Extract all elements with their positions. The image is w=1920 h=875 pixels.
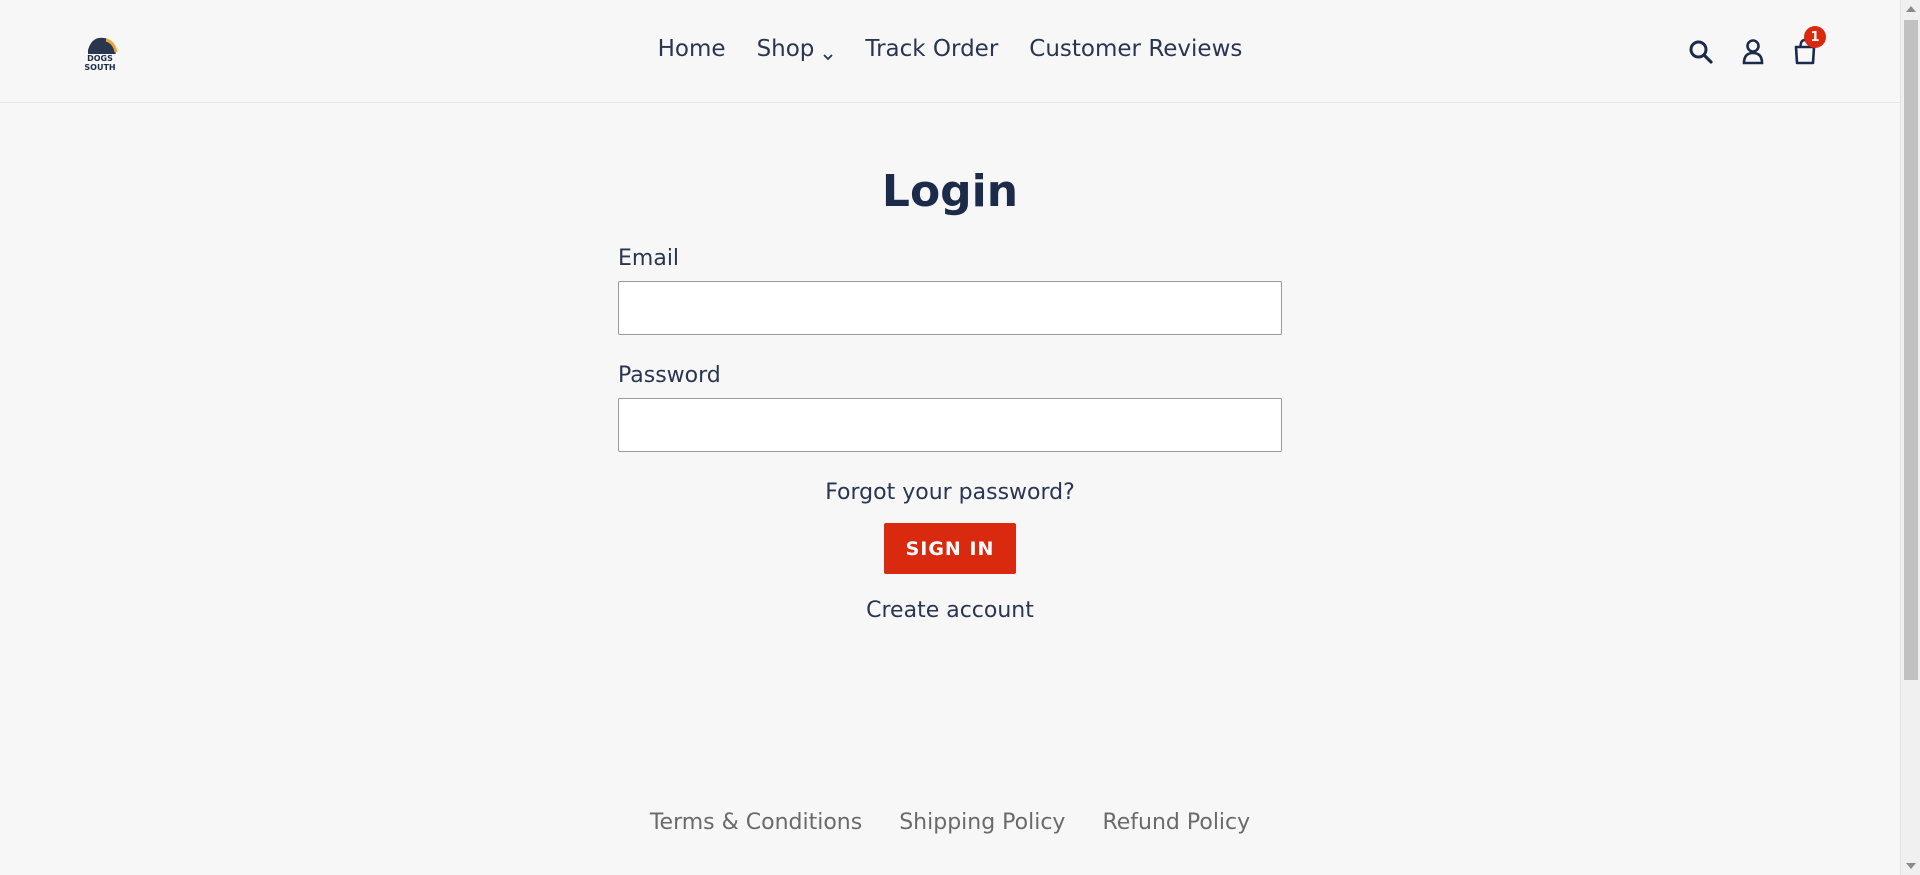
user-icon[interactable] — [1738, 36, 1768, 68]
create-account-link[interactable]: Create account — [618, 598, 1282, 623]
search-icon[interactable] — [1686, 36, 1716, 68]
scroll-up-arrow-icon[interactable] — [1906, 6, 1916, 12]
cart-count-badge: 1 — [1804, 26, 1826, 48]
password-label: Password — [618, 363, 721, 388]
email-label: Email — [618, 246, 680, 271]
scrollbar[interactable] — [1900, 0, 1920, 875]
nav-track-order-label: Track Order — [865, 36, 999, 62]
nav-shop-label: Shop — [756, 36, 815, 62]
sign-in-button[interactable]: SIGN IN — [883, 523, 1017, 574]
nav-shop[interactable]: Shop — [757, 36, 835, 62]
signin-wrap: SIGN IN — [618, 523, 1282, 574]
nav-home[interactable]: Home — [658, 36, 726, 62]
nav-customer-reviews[interactable]: Customer Reviews — [1029, 36, 1242, 62]
scroll-down-arrow-icon[interactable] — [1906, 863, 1916, 869]
password-field[interactable] — [618, 398, 1282, 452]
header-icons: 1 — [1686, 26, 1826, 68]
site-header: DOGS SOUTH Home Shop Track Order Custome… — [0, 0, 1900, 103]
scroll-thumb[interactable] — [1904, 20, 1918, 680]
cart-icon[interactable]: 1 — [1790, 26, 1826, 68]
footer-links: Terms & Conditions Shipping Policy Refun… — [0, 810, 1900, 835]
footer-link-refund[interactable]: Refund Policy — [1102, 810, 1250, 835]
chevron-down-icon — [822, 43, 834, 61]
email-field[interactable] — [618, 281, 1282, 335]
forgot-password-link[interactable]: Forgot your password? — [618, 480, 1282, 505]
footer-link-shipping[interactable]: Shipping Policy — [899, 810, 1065, 835]
login-form: Login Email Password Forgot your passwor… — [618, 170, 1282, 623]
main-nav: Home Shop Track Order Customer Reviews — [0, 36, 1900, 62]
page-title: Login — [881, 166, 1019, 217]
footer-link-terms[interactable]: Terms & Conditions — [650, 810, 862, 835]
nav-customer-reviews-label: Customer Reviews — [1029, 36, 1243, 62]
svg-text:SOUTH: SOUTH — [84, 63, 115, 72]
page: DOGS SOUTH Home Shop Track Order Custome… — [0, 0, 1920, 875]
nav-home-label: Home — [657, 36, 726, 62]
nav-track-order[interactable]: Track Order — [865, 36, 998, 62]
